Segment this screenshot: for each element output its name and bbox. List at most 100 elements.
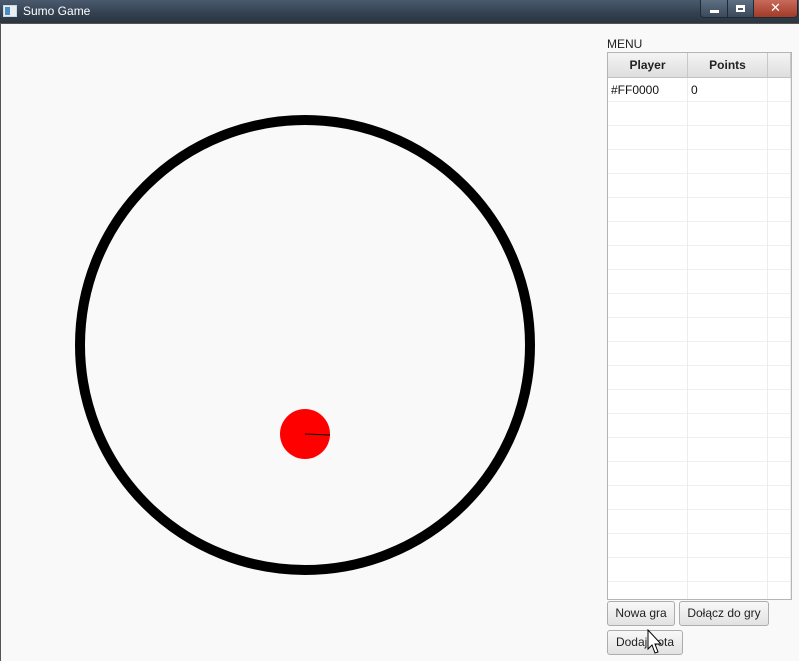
table-row-empty [608, 582, 791, 599]
empty-cell [768, 174, 791, 198]
empty-cell [688, 174, 768, 198]
empty-cell [688, 558, 768, 582]
column-header-filler [768, 53, 791, 77]
empty-cell [608, 510, 688, 534]
table-row-empty [608, 246, 791, 270]
sumo-ring [75, 115, 535, 575]
table-row-empty [608, 222, 791, 246]
cell-filler [768, 78, 791, 102]
empty-cell [768, 414, 791, 438]
table-row-empty [608, 534, 791, 558]
table-row-empty [608, 126, 791, 150]
empty-cell [768, 510, 791, 534]
maximize-icon [736, 5, 745, 12]
empty-cell [688, 222, 768, 246]
empty-cell [688, 390, 768, 414]
empty-cell [688, 126, 768, 150]
empty-cell [768, 366, 791, 390]
empty-cell [608, 414, 688, 438]
empty-cell [768, 582, 791, 599]
empty-cell [688, 510, 768, 534]
empty-cell [688, 198, 768, 222]
empty-cell [608, 462, 688, 486]
empty-cell [768, 222, 791, 246]
empty-cell [688, 318, 768, 342]
empty-cell [768, 270, 791, 294]
table-row-empty [608, 366, 791, 390]
table-row-empty [608, 270, 791, 294]
empty-cell [608, 294, 688, 318]
table-row-empty [608, 414, 791, 438]
scoreboard-table[interactable]: Player Points #FF0000 0 [607, 52, 792, 600]
empty-cell [688, 150, 768, 174]
empty-cell [768, 438, 791, 462]
table-row[interactable]: #FF0000 0 [608, 78, 791, 102]
empty-cell [688, 486, 768, 510]
empty-cell [608, 342, 688, 366]
window-title: Sumo Game [23, 4, 91, 18]
empty-cell [608, 534, 688, 558]
empty-cell [768, 150, 791, 174]
title-bar: Sumo Game ✕ [0, 0, 799, 23]
table-row-empty [608, 174, 791, 198]
empty-cell [608, 558, 688, 582]
column-header-points[interactable]: Points [688, 53, 768, 77]
empty-cell [688, 294, 768, 318]
menu-label: MENU [607, 37, 643, 51]
empty-cell [688, 438, 768, 462]
empty-cell [768, 534, 791, 558]
empty-cell [688, 246, 768, 270]
app-icon [3, 5, 17, 17]
add-bot-button[interactable]: Dodaj bota [607, 630, 683, 655]
table-header: Player Points [608, 53, 791, 78]
empty-cell [608, 366, 688, 390]
table-row-empty [608, 318, 791, 342]
column-header-player[interactable]: Player [608, 53, 688, 77]
table-body: #FF0000 0 [608, 78, 791, 599]
game-arena[interactable] [0, 24, 600, 661]
empty-cell [688, 462, 768, 486]
empty-cell [608, 150, 688, 174]
empty-cell [608, 198, 688, 222]
table-row-empty [608, 342, 791, 366]
empty-cell [768, 246, 791, 270]
empty-cell [608, 102, 688, 126]
empty-cell [688, 582, 768, 599]
table-row-empty [608, 198, 791, 222]
empty-cell [768, 342, 791, 366]
table-row-empty [608, 462, 791, 486]
empty-cell [608, 390, 688, 414]
empty-cell [768, 294, 791, 318]
empty-cell [688, 414, 768, 438]
table-row-empty [608, 438, 791, 462]
empty-cell [608, 126, 688, 150]
minimize-icon [709, 10, 719, 13]
empty-cell [768, 390, 791, 414]
empty-cell [688, 270, 768, 294]
table-row-empty [608, 510, 791, 534]
maximize-button[interactable] [727, 0, 754, 18]
mouse-cursor-icon [647, 629, 663, 654]
close-icon: ✕ [770, 1, 781, 16]
empty-cell [608, 246, 688, 270]
empty-cell [768, 126, 791, 150]
cell-player: #FF0000 [608, 78, 688, 102]
minimize-button[interactable] [700, 0, 728, 18]
empty-cell [768, 318, 791, 342]
empty-cell [608, 222, 688, 246]
empty-cell [608, 582, 688, 599]
close-button[interactable]: ✕ [753, 0, 798, 18]
empty-cell [768, 198, 791, 222]
empty-cell [608, 270, 688, 294]
empty-cell [768, 462, 791, 486]
empty-cell [768, 558, 791, 582]
empty-cell [608, 486, 688, 510]
table-row-empty [608, 558, 791, 582]
table-row-empty [608, 294, 791, 318]
empty-cell [688, 534, 768, 558]
empty-cell [768, 486, 791, 510]
empty-cell [608, 318, 688, 342]
table-row-empty [608, 486, 791, 510]
new-game-button[interactable]: Nowa gra [607, 601, 675, 626]
join-game-button[interactable]: Dołącz do gry [679, 601, 769, 626]
